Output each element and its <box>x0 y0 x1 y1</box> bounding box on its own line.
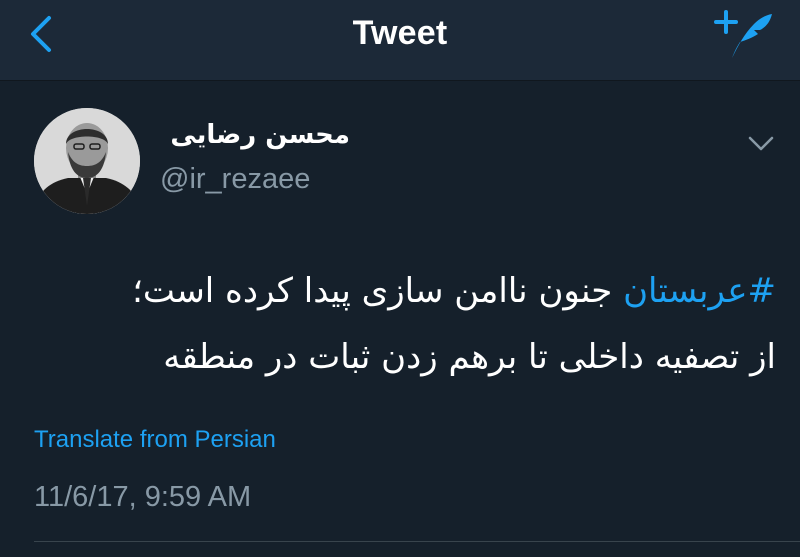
compose-tweet-button[interactable] <box>714 8 776 62</box>
navigation-bar: Tweet <box>0 0 800 81</box>
tweet-text-line-1-rest: جنون ناامن سازی پیدا کرده است؛ <box>132 271 624 311</box>
tweet-text: #عربستان جنون ناامن سازی پیدا کرده است؛ … <box>60 258 776 390</box>
tweet-detail-screen: Tweet محسن رضایی @ir_rezaee #عربستان جنو… <box>0 0 800 557</box>
hashtag-link[interactable]: #عربستان <box>623 271 776 311</box>
compose-tweet-icon <box>714 10 772 58</box>
divider <box>34 541 800 542</box>
tweet-text-line-2: از تصفیه داخلی تا برهم زدن ثبات در منطقه <box>163 337 776 377</box>
translate-link[interactable]: Translate from Persian <box>34 426 276 454</box>
author-display-name[interactable]: محسن رضایی <box>160 120 350 150</box>
tweet-timestamp: 11/6/17, 9:59 AM <box>34 481 252 513</box>
author-handle[interactable]: @ir_rezaee <box>160 163 310 196</box>
tweet-menu-button[interactable] <box>742 126 780 160</box>
chevron-down-icon <box>748 136 774 151</box>
page-title: Tweet <box>352 14 448 52</box>
avatar[interactable] <box>34 108 140 214</box>
tweet-text-line-1: #عربستان جنون ناامن سازی پیدا کرده است؛ <box>60 258 776 324</box>
profile-photo <box>34 108 140 214</box>
